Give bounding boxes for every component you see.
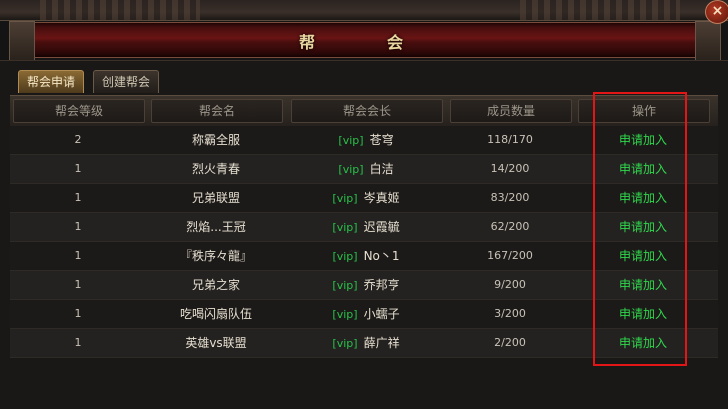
apply-join-button[interactable]: 申请加入 [619,249,667,263]
action-cell: 申请加入 [578,213,708,241]
vip-badge: [vip] [338,163,364,176]
window-title: 帮 会 [298,33,431,52]
guild-name: 烈焰...王冠 [186,220,246,234]
member-count: 2/200 [494,336,526,349]
ornament-right [520,0,680,20]
vip-badge: [vip] [332,337,358,350]
table-row: 1 『秩序々龍』 [vip] No丶1 167/200 申请加入 [10,242,718,271]
leader-name: 薛广祥 [363,336,400,350]
title-bar: 帮 会 [9,21,721,61]
action-cell: 申请加入 [578,126,708,154]
table-row: 1 兄弟之家 [vip] 乔邦亨 9/200 申请加入 [10,271,718,300]
table-row: 1 英雄vs联盟 [vip] 薛广祥 2/200 申请加入 [10,329,718,358]
apply-join-button[interactable]: 申请加入 [619,307,667,321]
guild-level: 1 [74,220,82,233]
tab-label: 帮会申请 [27,75,76,89]
tab-guild-apply[interactable]: 帮会申请 [18,70,85,93]
apply-join-button[interactable]: 申请加入 [619,220,667,234]
apply-join-button[interactable]: 申请加入 [619,162,667,176]
close-icon: × [711,3,724,19]
vip-badge: [vip] [332,279,358,292]
guild-name: 英雄vs联盟 [185,336,247,350]
header-action[interactable]: 操作 [578,99,710,123]
action-cell: 申请加入 [578,155,708,183]
apply-join-button[interactable]: 申请加入 [619,336,667,350]
guild-leader: [vip] 白洁 [291,155,441,183]
vip-badge: [vip] [338,134,364,147]
guild-leader: [vip] 小蠕子 [291,300,441,328]
leader-name: 小蠕子 [363,307,400,321]
guild-leader: [vip] 苍穹 [291,126,441,154]
member-count: 14/200 [490,162,530,175]
guild-name: 兄弟之家 [191,278,240,292]
guild-level: 1 [74,162,82,175]
header-guild-name[interactable]: 帮会名 [151,99,283,123]
table-row: 1 烈火青春 [vip] 白洁 14/200 申请加入 [10,155,718,184]
guild-level: 1 [74,191,82,204]
action-cell: 申请加入 [578,271,708,299]
member-count: 118/170 [487,133,533,146]
header-guild-leader[interactable]: 帮会会长 [291,99,443,123]
leader-name: 苍穹 [369,133,394,147]
close-button[interactable]: × [705,0,728,24]
guild-leader: [vip] 薛广祥 [291,329,441,357]
member-count: 167/200 [487,249,533,262]
header-member-count[interactable]: 成员数量 [450,99,572,123]
apply-join-button[interactable]: 申请加入 [619,191,667,205]
header-guild-level[interactable]: 帮会等级 [13,99,145,123]
guild-level: 1 [74,307,82,320]
guild-name: 吃喝闪扇队伍 [179,307,252,321]
table-row: 1 兄弟联盟 [vip] 岑真姬 83/200 申请加入 [10,184,718,213]
guild-level: 1 [74,278,82,291]
guild-name: 称霸全服 [191,133,240,147]
leader-name: 乔邦亨 [363,278,400,292]
table-row: 1 烈焰...王冠 [vip] 迟霞毓 62/200 申请加入 [10,213,718,242]
top-ornament-frame [0,0,728,21]
guild-name: 兄弟联盟 [191,191,240,205]
guild-name: 烈火青春 [191,162,240,176]
vip-badge: [vip] [332,308,358,321]
table-row: 1 吃喝闪扇队伍 [vip] 小蠕子 3/200 申请加入 [10,300,718,329]
leader-name: 迟霞毓 [363,220,400,234]
guild-leader: [vip] 迟霞毓 [291,213,441,241]
guild-level: 2 [74,133,82,146]
guild-leader: [vip] 乔邦亨 [291,271,441,299]
tab-create-guild[interactable]: 创建帮会 [93,70,160,93]
action-cell: 申请加入 [578,242,708,270]
table-header: 帮会等级 帮会名 帮会会长 成员数量 操作 [10,95,718,127]
guild-level: 1 [74,336,82,349]
action-cell: 申请加入 [578,184,708,212]
guild-name: 『秩序々龍』 [179,249,252,263]
apply-join-button[interactable]: 申请加入 [619,133,667,147]
leader-name: 岑真姬 [363,191,400,205]
leader-name: No丶1 [363,249,400,263]
guild-leader: [vip] 岑真姬 [291,184,441,212]
table-row: 2 称霸全服 [vip] 苍穹 118/170 申请加入 [10,126,718,155]
leader-name: 白洁 [369,162,394,176]
ornament-left [40,0,200,20]
action-cell: 申请加入 [578,300,708,328]
vip-badge: [vip] [332,221,358,234]
vip-badge: [vip] [332,250,358,263]
member-count: 9/200 [494,278,526,291]
member-count: 83/200 [490,191,530,204]
action-cell: 申请加入 [578,329,708,357]
member-count: 3/200 [494,307,526,320]
guild-level: 1 [74,249,82,262]
tab-label: 创建帮会 [102,75,151,89]
member-count: 62/200 [490,220,530,233]
vip-badge: [vip] [332,192,358,205]
guild-leader: [vip] No丶1 [291,242,441,270]
apply-join-button[interactable]: 申请加入 [619,278,667,292]
